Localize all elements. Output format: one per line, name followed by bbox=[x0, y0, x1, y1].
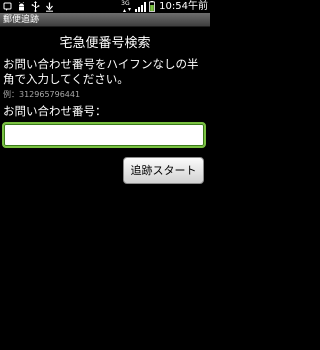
usb-icon bbox=[30, 1, 40, 12]
data-arrows-icon bbox=[123, 7, 132, 12]
download-icon bbox=[44, 1, 54, 12]
status-icons-right: 3G 10:54午前 bbox=[121, 0, 210, 13]
status-bar: 3G 10:54午前 bbox=[0, 0, 210, 13]
app-title: 郵便追跡 bbox=[3, 15, 40, 25]
notification-icon bbox=[2, 1, 12, 12]
signal-strength-icon bbox=[135, 1, 147, 12]
app-screen: 3G 10:54午前 郵便追跡 宅急便番号検索 お問い合わせ番号をハイフンなしの… bbox=[0, 0, 210, 350]
title-bar: 郵便追跡 bbox=[0, 13, 210, 27]
instruction-text: お問い合わせ番号をハイフンなしの半角で入力してください。 bbox=[3, 57, 199, 86]
status-icons-left bbox=[0, 1, 54, 12]
tracking-number-input[interactable] bbox=[2, 122, 206, 148]
battery-icon bbox=[148, 1, 155, 12]
android-debug-icon bbox=[16, 1, 26, 12]
page-heading: 宅急便番号検索 bbox=[59, 36, 151, 51]
status-clock: 10:54午前 bbox=[159, 0, 208, 12]
start-tracking-button[interactable]: 追跡スタート bbox=[123, 157, 204, 184]
example-text: 例：312965796441 bbox=[3, 90, 81, 99]
network-3g-indicator: 3G bbox=[121, 0, 133, 13]
tracking-number-label: お問い合わせ番号： bbox=[3, 104, 107, 118]
